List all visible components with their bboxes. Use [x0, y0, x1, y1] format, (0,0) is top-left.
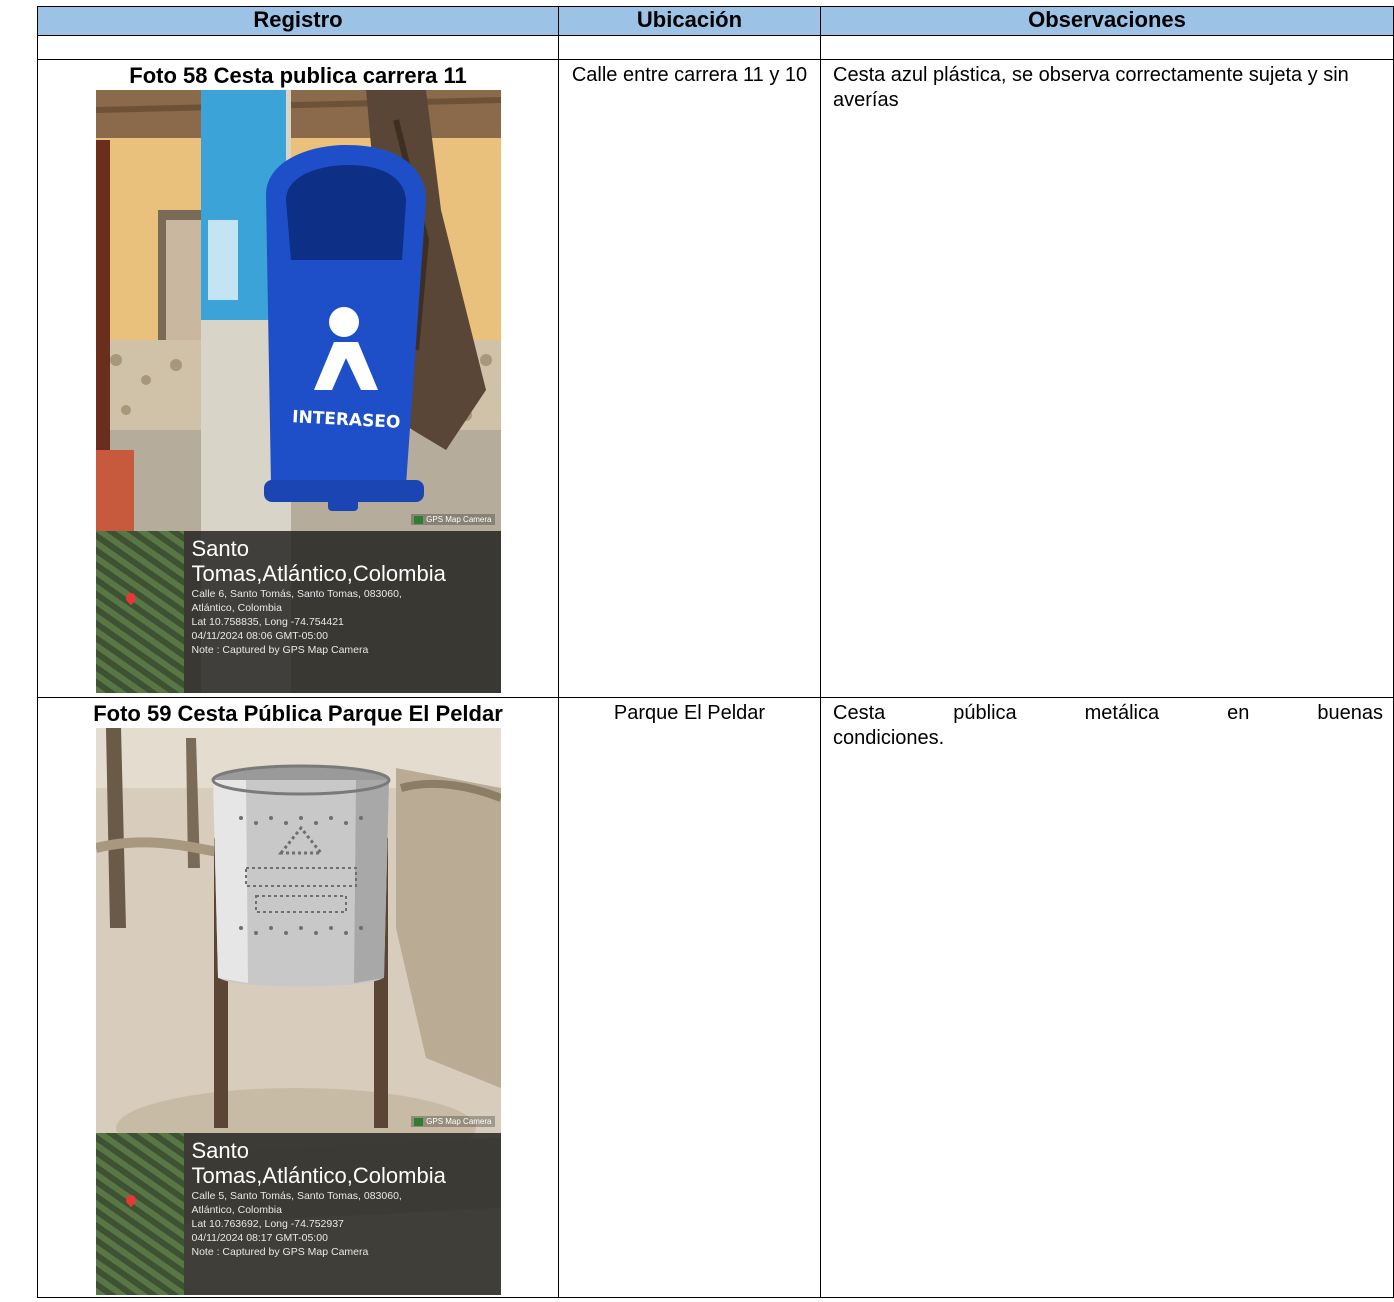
gps-address: Calle 5, Santo Tomás, Santo Tomas, 08306… [191, 1190, 402, 1202]
header-observaciones: Observaciones [820, 6, 1394, 36]
header-ubicacion: Ubicación [558, 6, 821, 36]
gps-badge: GPS Map Camera [411, 514, 495, 525]
gps-place-line2: Tomas,Atlántico,Colombia [191, 561, 446, 586]
observaciones-text: Cesta azul plástica, se observa correcta… [833, 64, 1349, 111]
gps-address2: Atlántico, Colombia [191, 1204, 282, 1216]
gps-datetime: 04/11/2024 08:06 GMT-05:00 [191, 630, 328, 642]
gps-camera-icon [414, 515, 424, 524]
observaciones-cell: Cesta pública metálica en buenas condici… [820, 697, 1394, 1298]
registro-cell: Foto 59 Cesta Pública Parque El Peldar G… [37, 697, 559, 1298]
blank-cell [558, 35, 821, 60]
gps-note: Note : Captured by GPS Map Camera [191, 644, 369, 656]
observaciones-line1: Cesta pública metálica en buenas [833, 702, 1383, 724]
gps-coords: Lat 10.758835, Long -74.754421 [191, 616, 344, 628]
ubicacion-text: Parque El Peldar [613, 702, 766, 724]
gps-overlay: Santo Tomas,Atlántico,Colombia Calle 6, … [95, 531, 501, 693]
photo-caption: Foto 58 Cesta publica carrera 11 [129, 63, 467, 88]
gps-camera-icon [414, 1117, 424, 1126]
map-pin-icon [123, 1192, 138, 1208]
blank-cell [37, 35, 559, 60]
gps-badge: GPS Map Camera [411, 1116, 495, 1127]
blank-row [37, 35, 1394, 60]
gps-address: Calle 6, Santo Tomás, Santo Tomas, 08306… [191, 588, 402, 600]
map-pin-icon [123, 590, 138, 606]
table-row: Foto 58 Cesta publica carrera 11 INTERAS… [37, 59, 1394, 698]
gps-coords: Lat 10.763692, Long -74.752937 [191, 1218, 344, 1230]
gps-address2: Atlántico, Colombia [191, 602, 282, 614]
ubicacion-cell: Calle entre carrera 11 y 10 [558, 59, 821, 698]
registro-cell: Foto 58 Cesta publica carrera 11 INTERAS… [37, 59, 559, 698]
gps-badge-label: GPS Map Camera [426, 515, 492, 524]
map-thumbnail [95, 531, 184, 693]
observaciones-line2: condiciones. [833, 727, 945, 749]
table-row: Foto 59 Cesta Pública Parque El Peldar G… [37, 697, 1394, 1298]
gps-badge-label: GPS Map Camera [426, 1117, 492, 1126]
gps-overlay: Santo Tomas,Atlántico,Colombia Calle 5, … [95, 1133, 501, 1295]
header-registro: Registro [37, 6, 559, 36]
blank-cell [820, 35, 1394, 60]
gps-place-line2: Tomas,Atlántico,Colombia [191, 1163, 446, 1188]
report-table: Registro Ubicación Observaciones Foto 58… [37, 6, 1394, 1298]
gps-datetime: 04/11/2024 08:17 GMT-05:00 [191, 1232, 328, 1244]
gps-note: Note : Captured by GPS Map Camera [191, 1246, 369, 1258]
gps-place-line1: Santo [191, 1138, 250, 1163]
photo-caption: Foto 59 Cesta Pública Parque El Peldar [93, 701, 503, 726]
map-thumbnail [95, 1133, 184, 1295]
observaciones-text: Cesta pública metálica en buenas condici… [821, 698, 1393, 751]
header-row: Registro Ubicación Observaciones [37, 6, 1394, 36]
ubicacion-cell: Parque El Peldar [558, 697, 821, 1298]
observaciones-cell: Cesta azul plástica, se observa correcta… [820, 59, 1394, 698]
photo-trash-bin-metal: GPS Map Camera Santo Tomas,Atlántico,Col… [95, 728, 501, 1295]
photo-trash-bin-blue: INTERASEO GPS Map Camera Santo Tomas,Atl… [95, 90, 501, 693]
gps-place-line1: Santo [191, 536, 250, 561]
ubicacion-text: Calle entre carrera 11 y 10 [571, 64, 808, 86]
